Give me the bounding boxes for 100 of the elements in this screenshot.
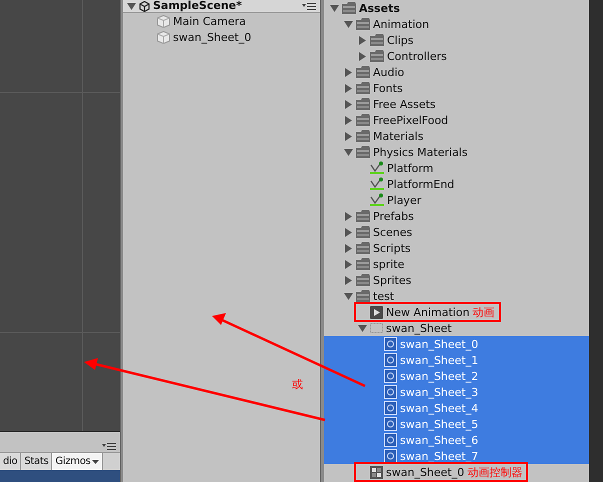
- folder-icon: [356, 210, 370, 222]
- folder-icon: [356, 290, 370, 302]
- folder-icon: [356, 242, 370, 254]
- asset-label: Platform: [387, 162, 434, 174]
- physics-material-icon: [370, 177, 384, 191]
- folder-icon: [370, 34, 384, 46]
- menu-icon[interactable]: [102, 442, 116, 450]
- asset-row[interactable]: swan_Sheet_0 动画控制器: [324, 464, 589, 480]
- asset-label: FreePixelFood: [373, 114, 448, 126]
- asset-row[interactable]: swan_Sheet_6: [324, 432, 589, 448]
- sprite-icon: [384, 417, 397, 431]
- physics-material-icon: [370, 161, 384, 175]
- asset-label: sprite: [373, 258, 404, 270]
- asset-row[interactable]: swan_Sheet_0: [324, 336, 589, 352]
- asset-row[interactable]: Clips: [324, 32, 589, 48]
- cube-icon: [157, 14, 170, 28]
- animation-clip-icon: [370, 306, 383, 318]
- asset-row[interactable]: Animation: [324, 16, 589, 32]
- annotation-note: 或: [292, 377, 303, 392]
- asset-label: Prefabs: [373, 210, 414, 222]
- toolbar-button[interactable]: Gizmos: [52, 453, 104, 470]
- asset-row[interactable]: Assets: [324, 0, 589, 16]
- asset-row[interactable]: sprite: [324, 256, 589, 272]
- asset-label: Assets: [359, 2, 400, 14]
- asset-label: Scripts: [373, 242, 411, 254]
- sprite-icon: [384, 385, 397, 399]
- asset-label: swan_Sheet_6: [400, 434, 478, 446]
- asset-label: Animation: [373, 18, 430, 30]
- folder-icon: [370, 50, 384, 62]
- asset-label: Audio: [373, 66, 404, 78]
- folder-icon: [342, 2, 356, 14]
- folder-icon: [356, 258, 370, 270]
- sprite-icon: [384, 449, 397, 463]
- sprite-icon: [384, 337, 397, 351]
- asset-row[interactable]: Free Assets: [324, 96, 589, 112]
- asset-label: swan_Sheet_7: [400, 450, 478, 462]
- asset-row[interactable]: New Animation 动画: [324, 304, 589, 320]
- collapse-arrow-icon[interactable]: [127, 2, 136, 10]
- asset-label: test: [373, 290, 394, 302]
- asset-row[interactable]: test: [324, 288, 589, 304]
- sprite-icon: [384, 433, 397, 447]
- asset-label: PlatformEnd: [387, 178, 454, 190]
- asset-label: swan_Sheet: [386, 322, 452, 334]
- asset-row[interactable]: Prefabs: [324, 208, 589, 224]
- animator-controller-icon: [370, 466, 383, 478]
- asset-row[interactable]: Audio: [324, 64, 589, 80]
- hierarchy-item[interactable]: swan_Sheet_0: [123, 29, 320, 45]
- asset-label: swan_Sheet_4: [400, 402, 478, 414]
- scene-title: SampleScene*: [153, 0, 243, 12]
- asset-row[interactable]: swan_Sheet: [324, 320, 589, 336]
- game-object-label: swan_Sheet_0: [173, 30, 252, 44]
- asset-row[interactable]: swan_Sheet_1: [324, 352, 589, 368]
- asset-row[interactable]: swan_Sheet_5: [324, 416, 589, 432]
- asset-label: Free Assets: [373, 98, 436, 110]
- asset-label: swan_Sheet_0: [400, 338, 478, 350]
- asset-label: New Animation: [386, 306, 470, 318]
- unity-logo-icon: [139, 0, 150, 12]
- asset-row[interactable]: Platform: [324, 160, 589, 176]
- folder-icon: [356, 98, 370, 110]
- asset-row[interactable]: Scenes: [324, 224, 589, 240]
- asset-label: Fonts: [373, 82, 403, 94]
- sprite-icon: [384, 353, 397, 367]
- toolbar-button[interactable]: Stats: [21, 453, 52, 470]
- hierarchy-item[interactable]: Main Camera: [123, 13, 320, 29]
- asset-row[interactable]: Materials: [324, 128, 589, 144]
- collapse-arrow-icon[interactable]: [344, 148, 353, 156]
- asset-row[interactable]: Controllers: [324, 48, 589, 64]
- collapse-arrow-icon[interactable]: [344, 292, 353, 300]
- asset-row[interactable]: PlatformEnd: [324, 176, 589, 192]
- asset-label: swan_Sheet_2: [400, 370, 478, 382]
- folder-icon: [356, 18, 370, 30]
- asset-row[interactable]: Player: [324, 192, 589, 208]
- asset-row[interactable]: Physics Materials: [324, 144, 589, 160]
- annotation-note: 动画控制器: [467, 464, 522, 480]
- cube-icon: [157, 30, 170, 44]
- asset-label: Sprites: [373, 274, 412, 286]
- toolbar-button[interactable]: dio: [0, 453, 22, 470]
- folder-icon: [356, 146, 370, 158]
- asset-row[interactable]: swan_Sheet_2: [324, 368, 589, 384]
- asset-row[interactable]: Scripts: [324, 240, 589, 256]
- asset-label: swan_Sheet_0: [386, 466, 464, 478]
- asset-row[interactable]: swan_Sheet_4: [324, 400, 589, 416]
- asset-row[interactable]: FreePixelFood: [324, 112, 589, 128]
- asset-label: Scenes: [373, 226, 412, 238]
- game-object-label: Main Camera: [173, 14, 246, 28]
- asset-row[interactable]: swan_Sheet_7: [324, 448, 589, 464]
- asset-row[interactable]: swan_Sheet_3: [324, 384, 589, 400]
- asset-label: Physics Materials: [373, 146, 468, 158]
- menu-icon[interactable]: [302, 2, 316, 10]
- collapse-arrow-icon[interactable]: [358, 324, 367, 332]
- asset-label: swan_Sheet_1: [400, 354, 478, 366]
- asset-label: Player: [387, 194, 422, 206]
- annotation-note: 动画: [472, 304, 495, 320]
- sprite-sheet-icon: [370, 323, 383, 333]
- dropdown-caret-icon[interactable]: [92, 460, 100, 464]
- asset-row[interactable]: Fonts: [324, 80, 589, 96]
- physics-material-icon: [370, 193, 384, 207]
- folder-icon: [356, 274, 370, 286]
- asset-row[interactable]: Sprites: [324, 272, 589, 288]
- asset-label: Materials: [373, 130, 424, 142]
